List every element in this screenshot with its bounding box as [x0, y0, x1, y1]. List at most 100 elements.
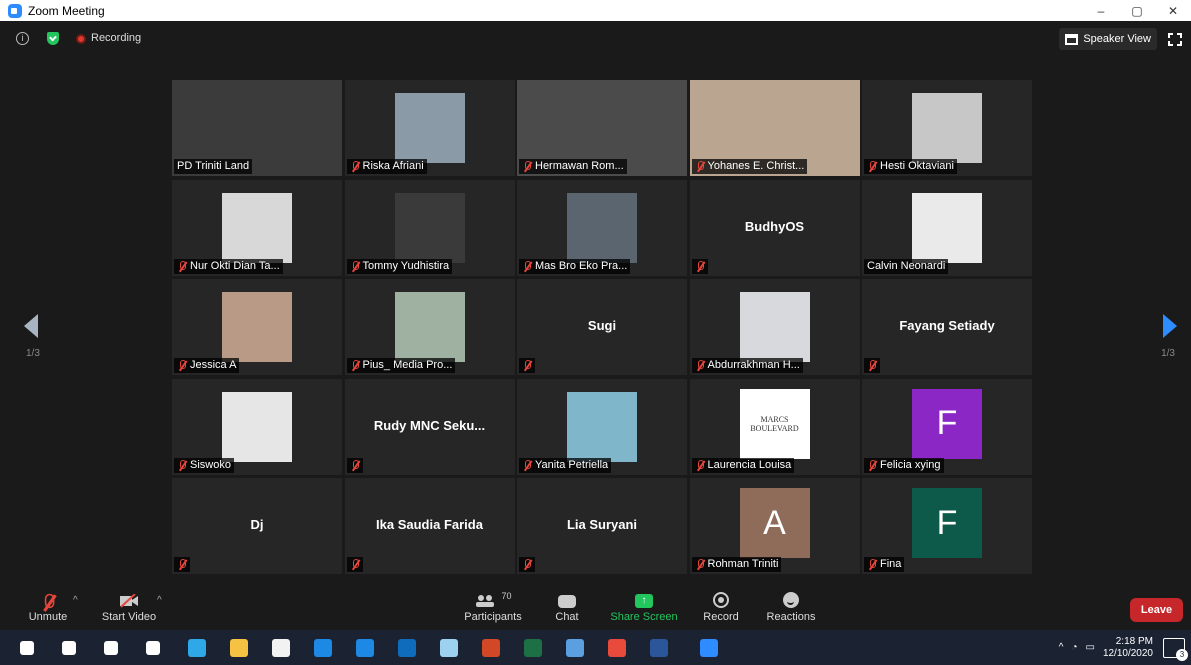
participant-tile[interactable]: A Rohman Triniti: [689, 478, 860, 574]
video-options-chevron-icon[interactable]: ^: [157, 595, 162, 606]
fullscreen-icon[interactable]: [1168, 33, 1182, 46]
participant-tile[interactable]: Jessica A: [172, 279, 342, 375]
meeting-info-icon[interactable]: i: [16, 32, 29, 45]
record-button[interactable]: Record: [702, 585, 740, 630]
muted-microphone-icon: [522, 360, 532, 371]
encryption-shield-icon[interactable]: [47, 32, 59, 45]
participant-tile[interactable]: Lia Suryani: [517, 478, 687, 574]
participant-tile[interactable]: Dj: [172, 478, 342, 574]
taskbar-cortana-icon[interactable]: [104, 641, 118, 655]
participant-tile[interactable]: Siswoko: [172, 378, 342, 475]
muted-microphone-icon: [350, 260, 360, 272]
taskbar-mail-icon[interactable]: [356, 639, 374, 657]
participant-name: PD Triniti Land: [177, 160, 250, 172]
restore-button[interactable]: ▢: [1119, 0, 1155, 21]
participant-video: [222, 292, 292, 362]
taskbar-word-icon[interactable]: [650, 639, 668, 657]
taskbar-notes-icon[interactable]: [566, 639, 584, 657]
taskbar-l-app-icon[interactable]: [314, 639, 332, 657]
avatar-letter: F: [912, 388, 982, 459]
muted-microphone-icon: [867, 559, 877, 570]
leave-button[interactable]: Leave: [1130, 598, 1183, 622]
participant-tile[interactable]: Yohanes E. Christ...: [689, 80, 860, 176]
muted-microphone-icon: [177, 559, 187, 570]
participant-video: [567, 391, 637, 462]
logo-line: BOULEVARD: [750, 423, 799, 433]
participant-tile[interactable]: Hermawan Rom...: [517, 80, 687, 176]
participants-button[interactable]: 70 Participants: [462, 585, 524, 630]
reactions-button[interactable]: Reactions: [765, 585, 817, 630]
avatar-letter: F: [912, 488, 982, 558]
audio-options-chevron-icon[interactable]: ^: [73, 595, 78, 606]
participants-count: 70: [501, 591, 512, 601]
taskbar-file-explorer-icon[interactable]: [230, 639, 248, 657]
participant-tile[interactable]: Sugi: [517, 279, 687, 375]
participant-tile[interactable]: F Fina: [862, 478, 1032, 574]
participant-tile[interactable]: Hesti Oktaviani: [862, 80, 1032, 176]
participant-tile[interactable]: Rudy MNC Seku...: [344, 378, 515, 475]
taskbar-zoom-icon[interactable]: [700, 639, 718, 657]
participant-video: [394, 292, 465, 362]
participant-tile[interactable]: Fayang Setiady: [862, 279, 1032, 375]
tray-battery-icon[interactable]: ▭: [1085, 642, 1094, 653]
participant-display-name: Sugi: [587, 318, 617, 333]
participants-label: Participants: [464, 611, 522, 623]
taskbar-chrome-icon[interactable]: [608, 639, 626, 657]
taskbar-task-view-icon[interactable]: [146, 641, 160, 655]
participant-name-label: Laurencia Louisa: [691, 457, 795, 473]
start-video-button[interactable]: Start Video: [100, 585, 158, 630]
speaker-view-button[interactable]: Speaker View: [1059, 28, 1157, 50]
participant-tile[interactable]: Tommy Yudhistira: [344, 179, 515, 276]
participant-name-label: Hesti Oktaviani: [864, 159, 957, 174]
grid-view-icon: [1065, 33, 1079, 45]
previous-page-arrow[interactable]: [24, 314, 38, 338]
taskbar-clock[interactable]: 2:18 PM 12/10/2020: [1103, 636, 1153, 660]
notification-center-icon[interactable]: 3: [1163, 637, 1188, 661]
taskbar-edge-icon[interactable]: [188, 639, 206, 657]
participant-tile[interactable]: PD Triniti Land: [172, 80, 342, 176]
taskbar-paint-icon[interactable]: [440, 639, 458, 657]
gallery-grid: PD Triniti Land Riska Afriani Hermawan Rom…: [172, 80, 1032, 574]
participant-tile[interactable]: BudhyOS: [689, 179, 860, 276]
participant-tile[interactable]: Mas Bro Eko Pra...: [517, 179, 687, 276]
taskbar-windows-start-icon[interactable]: [20, 641, 34, 655]
participant-tile[interactable]: F Felicia xying: [862, 378, 1032, 475]
participant-tile[interactable]: Ika Saudia Farida: [344, 478, 515, 574]
chat-button[interactable]: Chat: [550, 585, 584, 630]
participant-name-label: Tommy Yudhistira: [346, 258, 453, 274]
taskbar-powerpoint-icon[interactable]: [482, 639, 500, 657]
next-page-arrow[interactable]: [1163, 314, 1177, 338]
participant-tile[interactable]: Yanita Petriella: [517, 378, 687, 475]
chat-icon: [558, 595, 576, 608]
close-button[interactable]: ✕: [1155, 0, 1191, 21]
muted-microphone-icon: [695, 360, 705, 371]
taskbar-search-icon[interactable]: [62, 641, 76, 655]
participant-tile[interactable]: Riska Afriani: [344, 80, 515, 176]
participant-name-label: Calvin Neonardi: [864, 258, 949, 274]
participant-tile[interactable]: MARCS BOULEVARD Laurencia Louisa: [689, 378, 860, 475]
share-screen-button[interactable]: ↑ Share Screen: [610, 585, 678, 630]
participant-display-name: Fayang Setiady: [899, 318, 995, 333]
muted-microphone-icon: [522, 260, 532, 272]
participant-name: Hermawan Rom...: [535, 160, 624, 172]
participant-video: [394, 192, 465, 263]
taskbar-excel-icon[interactable]: [524, 639, 542, 657]
participant-tile[interactable]: Calvin Neonardi: [862, 179, 1032, 276]
muted-microphone-icon: [695, 559, 705, 570]
minimize-button[interactable]: –: [1083, 0, 1119, 21]
recording-label: Recording: [91, 32, 142, 44]
taskbar-outlook-icon[interactable]: [398, 639, 416, 657]
taskbar-store-icon[interactable]: [272, 639, 290, 657]
title-bar: Zoom Meeting – ▢ ✕: [0, 0, 1191, 21]
participant-name-label: Siswoko: [174, 457, 234, 473]
tray-wifi-icon[interactable]: ◔: [1071, 642, 1077, 653]
notification-count: 3: [1176, 648, 1188, 661]
tray-chevron-icon[interactable]: ^: [1059, 642, 1064, 653]
unmute-button[interactable]: Unmute: [28, 585, 68, 630]
participant-tile[interactable]: Pius_ Media Pro...: [344, 279, 515, 375]
participant-name: Felicia xying: [880, 458, 941, 471]
participant-tile[interactable]: Nur Okti Dian Ta...: [172, 179, 342, 276]
participant-tile[interactable]: Abdurrakhman H...: [689, 279, 860, 375]
participant-name-label: PD Triniti Land: [174, 159, 253, 174]
participant-name-label: Mas Bro Eko Pra...: [519, 258, 631, 274]
